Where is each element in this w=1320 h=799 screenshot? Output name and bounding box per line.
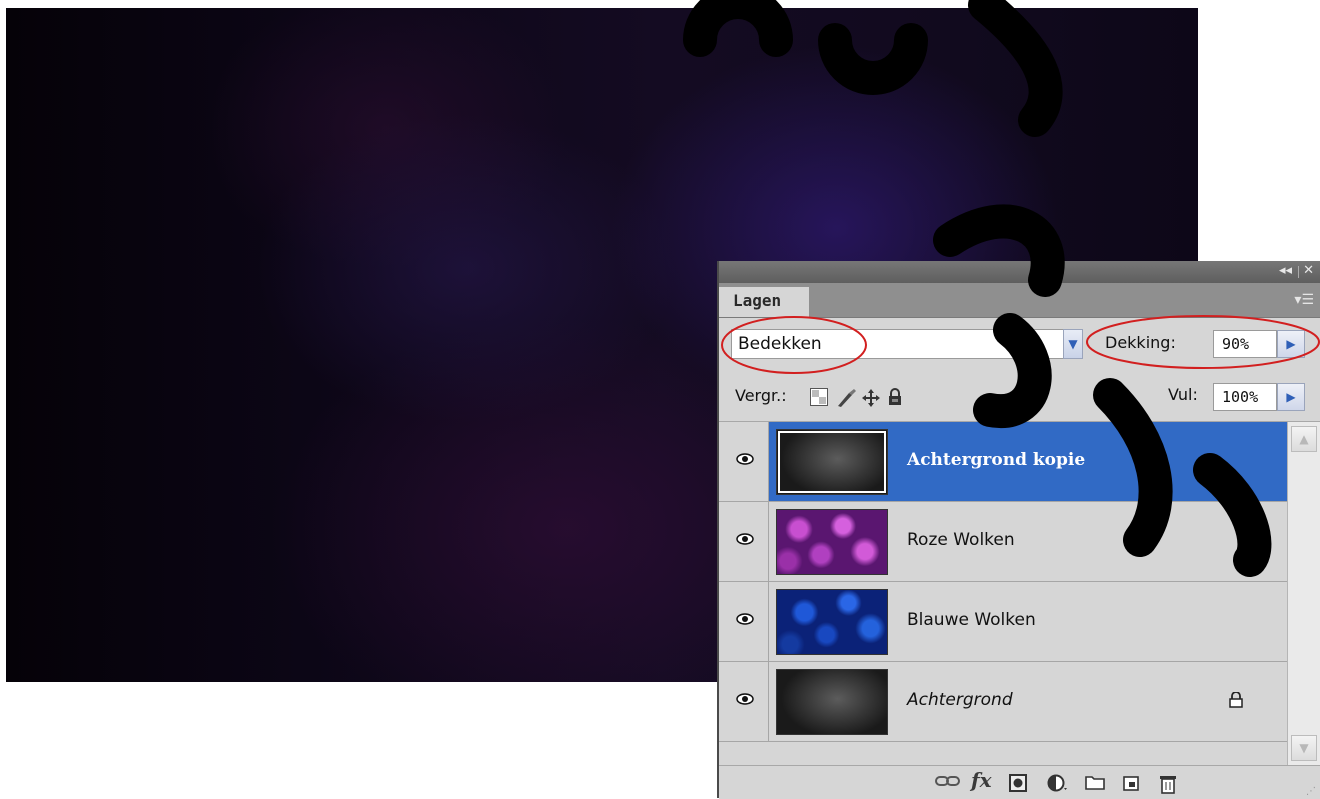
opacity-slider-arrow-icon[interactable]: ▶ — [1277, 330, 1305, 358]
layer-row-roze-wolken[interactable]: Roze Wolken — [719, 502, 1287, 582]
lock-position-icon[interactable] — [861, 388, 881, 412]
collapse-icon[interactable]: ◂◂ — [1279, 263, 1292, 278]
titlebar-divider — [1298, 266, 1299, 278]
lock-label: Vergr.: — [735, 386, 787, 405]
layer-name[interactable]: Achtergrond — [907, 690, 1013, 710]
layer-name[interactable]: Roze Wolken — [907, 530, 1015, 550]
panel-tab-strip: Lagen ▾☰ — [719, 283, 1320, 318]
eye-icon — [736, 453, 754, 465]
tab-layers[interactable]: Lagen — [719, 287, 809, 317]
visibility-toggle[interactable] — [719, 422, 769, 501]
lock-icon — [1229, 692, 1243, 708]
layer-list-scrollbar[interactable]: ▲ ▼ — [1287, 422, 1320, 765]
fill-label: Vul: — [1168, 385, 1198, 404]
layer-row-achtergrond-kopie[interactable]: Achtergrond kopie — [719, 422, 1287, 502]
layer-thumbnail[interactable] — [776, 509, 888, 575]
blend-mode-value: Bedekken — [738, 334, 822, 354]
layer-thumbnail[interactable] — [776, 589, 888, 655]
fx-icon[interactable]: fx — [971, 768, 992, 792]
link-layers-icon[interactable] — [935, 774, 961, 792]
chevron-down-icon[interactable]: ▼ — [1063, 329, 1083, 359]
panel-bottom-toolbar: fx ⋰ — [719, 765, 1320, 799]
lock-all-icon[interactable] — [887, 388, 903, 410]
lock-image-pixels-icon[interactable] — [835, 388, 857, 412]
fill-field[interactable]: 100% — [1213, 383, 1277, 411]
resize-grip-icon[interactable]: ⋰ — [1306, 786, 1316, 797]
opacity-field[interactable]: 90% — [1213, 330, 1277, 358]
visibility-toggle[interactable] — [719, 582, 769, 661]
eye-icon — [736, 613, 754, 625]
layers-panel: ◂◂ ✕ Lagen ▾☰ Bedekken ▼ Dekking: 90% ▶ … — [717, 261, 1320, 799]
layer-thumbnail[interactable] — [776, 669, 888, 735]
folder-icon[interactable] — [1085, 774, 1105, 794]
layer-name[interactable]: Achtergrond kopie — [907, 450, 1085, 470]
layer-mask-icon[interactable] — [1009, 774, 1027, 796]
adjustment-layer-icon[interactable] — [1047, 774, 1069, 796]
opacity-label: Dekking: — [1105, 333, 1176, 352]
visibility-toggle[interactable] — [719, 502, 769, 581]
layer-name[interactable]: Blauwe Wolken — [907, 610, 1036, 630]
scroll-up-icon[interactable]: ▲ — [1291, 426, 1317, 452]
visibility-toggle[interactable] — [719, 662, 769, 741]
eye-icon — [736, 693, 754, 705]
layer-row-blauwe-wolken[interactable]: Blauwe Wolken — [719, 582, 1287, 662]
layer-list: Achtergrond kopie Roze Wolken Blauwe Wol… — [719, 422, 1287, 765]
scroll-down-icon[interactable]: ▼ — [1291, 735, 1317, 761]
lock-transparency-icon[interactable] — [810, 388, 828, 410]
blend-mode-select[interactable]: Bedekken ▼ — [731, 329, 1083, 359]
close-icon[interactable]: ✕ — [1303, 263, 1314, 278]
eye-icon — [736, 533, 754, 545]
fill-slider-arrow-icon[interactable]: ▶ — [1277, 383, 1305, 411]
panel-menu-icon[interactable]: ▾☰ — [1294, 293, 1314, 307]
layer-thumbnail[interactable] — [776, 429, 888, 495]
trash-icon[interactable] — [1159, 774, 1177, 798]
new-layer-icon[interactable] — [1123, 774, 1141, 796]
layer-row-achtergrond[interactable]: Achtergrond — [719, 662, 1287, 742]
panel-titlebar[interactable]: ◂◂ ✕ — [719, 261, 1320, 283]
